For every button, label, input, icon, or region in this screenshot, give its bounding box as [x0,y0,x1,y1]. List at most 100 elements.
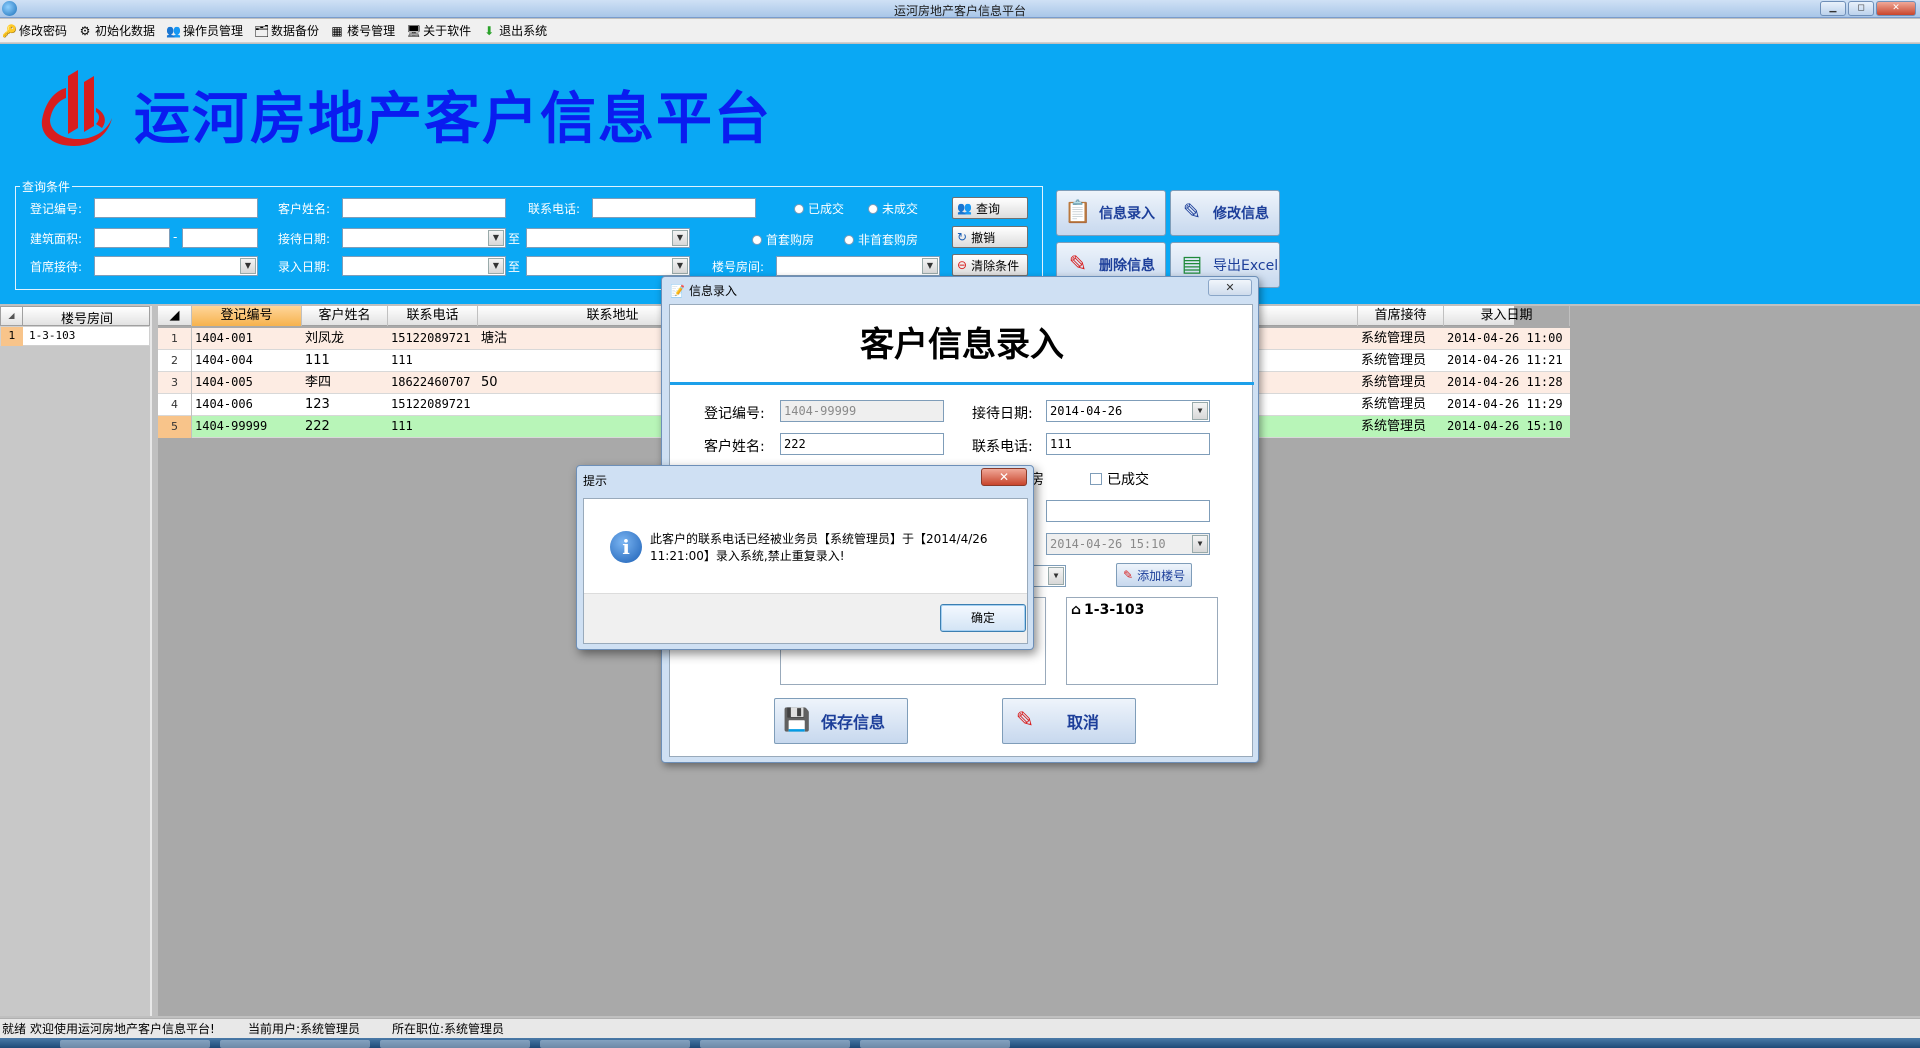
room-list-box[interactable]: ⌂ 1-3-103 [1066,597,1218,685]
info-icon: i [610,531,642,563]
customer-name-field[interactable]: 222 [780,433,944,455]
radio-first-buy[interactable]: 首套购房 [752,231,814,248]
entry-datetime-select[interactable]: 2014-04-26 15:10 ▼ [1046,533,1210,555]
cancel-button[interactable]: ✎ 取消 [1002,698,1136,744]
window-controls: ▁ ◻ ✕ [1820,1,1916,16]
taskbar-item[interactable] [540,1040,690,1048]
address-field[interactable] [1046,500,1210,522]
building-icon: ▦ [331,23,343,38]
reception-date-to-select[interactable]: ▼ [526,228,690,248]
room-select[interactable]: ▼ [776,256,940,276]
users-icon: 👥 [166,23,181,38]
undo-icon: ↻ [957,230,968,244]
radio-not-first-buy[interactable]: 非首套购房 [844,231,918,248]
select-value: 2014-04-26 15:10 [1050,537,1166,551]
menu-label: 楼号管理 [347,24,396,38]
phone-field[interactable]: 111 [1046,433,1210,455]
menu-about[interactable]: 🖥 关于软件 [406,22,471,39]
taskbar-item[interactable] [700,1040,850,1048]
taskbar-item[interactable] [220,1040,370,1048]
search-button[interactable]: 👥 查询 [952,197,1028,219]
area-min-input[interactable] [94,228,170,248]
menu-data-backup[interactable]: 🗂 数据备份 [254,22,319,39]
button-label: 添加楼号 [1137,568,1186,583]
column-header[interactable]: 登记编号 [192,306,302,326]
banner-title: 运河房地产客户信息平台 [134,87,772,152]
radio-label: 未成交 [882,202,919,216]
row-number: 3 [158,372,192,394]
edit-info-button[interactable]: ✎ 修改信息 [1170,190,1280,236]
label-room: 楼号房间: [712,260,765,274]
room-list-header: ◢ 楼号房间 [0,306,151,327]
room-item-label: 1-3-103 [1084,602,1145,618]
area-max-input[interactable] [182,228,258,248]
radio-not-closed[interactable]: 未成交 [868,200,918,217]
menu-building-management[interactable]: ▦ 楼号管理 [330,22,395,39]
button-label: 导出Excel [1213,258,1279,274]
entry-date-to-select[interactable]: ▼ [526,256,690,276]
alert-dialog-close-button[interactable]: ✕ [981,468,1027,486]
key-icon: 🔑 [2,23,17,38]
reception-date-from-select[interactable]: ▼ [342,228,506,248]
phone-input[interactable] [592,198,756,218]
entry-date-from-select[interactable]: ▼ [342,256,506,276]
entry-dialog-close-button[interactable]: ✕ [1208,279,1252,296]
column-header[interactable]: 录入日期 [1444,306,1570,326]
button-label: 清除条件 [971,258,1020,273]
row-number: 4 [158,394,192,416]
minimize-button[interactable]: ▁ [1820,1,1846,16]
table-cell-phone: 15122089721 [391,331,471,345]
chevron-down-icon: ▼ [672,230,688,246]
save-info-button[interactable]: 💾 保存信息 [774,698,908,744]
radio-dot [794,203,804,214]
taskbar-item[interactable] [860,1040,1010,1048]
reception-date-select[interactable]: 2014-04-26 ▼ [1046,400,1210,422]
status-current-user: 当前用户:系统管理员 [248,1022,361,1036]
column-header[interactable]: 客户姓名 [302,306,388,326]
reg-no-input[interactable] [94,198,258,218]
column-header[interactable]: 联系电话 [388,306,478,326]
clear-conditions-button[interactable]: ⊖ 清除条件 [952,254,1028,276]
ok-button[interactable]: 确定 [940,604,1026,632]
backup-icon: 🗂 [254,23,270,38]
table-cell-phone: 18622460707 [391,375,471,389]
table-cell-phone: 15122089721 [391,397,471,411]
room-item[interactable]: ⌂ 1-3-103 [1071,602,1144,618]
table-cell-reception: 系统管理员 [1361,375,1427,390]
menu-init-data[interactable]: ⚙ 初始化数据 [78,22,155,39]
radio-closed[interactable]: 已成交 [794,200,844,217]
undo-button[interactable]: ↻ 撤销 [952,226,1028,248]
list-item[interactable]: 1 1-3-103 [0,326,150,346]
info-entry-button[interactable]: 📋 信息录入 [1056,190,1166,236]
taskbar-item[interactable] [380,1040,530,1048]
menu-exit[interactable]: ⬇ 退出系统 [482,22,547,39]
company-logo [41,70,112,146]
reg-no-field[interactable]: 1404-99999 [780,400,944,422]
first-reception-select[interactable]: ▼ [94,256,258,276]
closed-checkbox[interactable]: 已成交 [1090,469,1149,489]
add-room-button[interactable]: ✎ 添加楼号 [1116,563,1193,587]
close-button[interactable]: ✕ [1876,1,1916,16]
status-welcome: 欢迎使用运河房地产客户信息平台! [30,1022,215,1036]
maximize-button[interactable]: ◻ [1848,1,1874,16]
label-reg-no: 登记编号: [704,406,765,422]
taskbar-item[interactable] [60,1040,210,1048]
button-label: 保存信息 [821,713,886,732]
checkbox-label: 已成交 [1107,472,1149,488]
edit-pen-icon: ✎ [1182,200,1202,225]
table-cell-reg-no: 1404-004 [195,353,253,367]
customer-name-input[interactable] [342,198,506,218]
table-cell-reg-no: 1404-99999 [195,419,268,433]
menu-label: 数据备份 [271,24,320,38]
menu-change-password[interactable]: 🔑 修改密码 [2,22,67,39]
entry-form-icon: 📋 [1064,200,1092,225]
menu-operator-management[interactable]: 👥 操作员管理 [166,22,243,39]
column-header[interactable]: 楼号房间 [23,308,151,327]
floppy-disk-icon: 💾 [783,708,811,733]
table-cell-entry: 2014-04-26 11:21 [1447,353,1563,367]
table-cell-entry: 2014-04-26 11:29 [1447,397,1563,411]
label-customer-name: 客户姓名: [278,202,331,216]
column-header[interactable]: 首席接待 [1358,306,1444,326]
chevron-down-icon: ▼ [672,258,688,274]
exit-arrow-icon: ⬇ [484,23,495,38]
